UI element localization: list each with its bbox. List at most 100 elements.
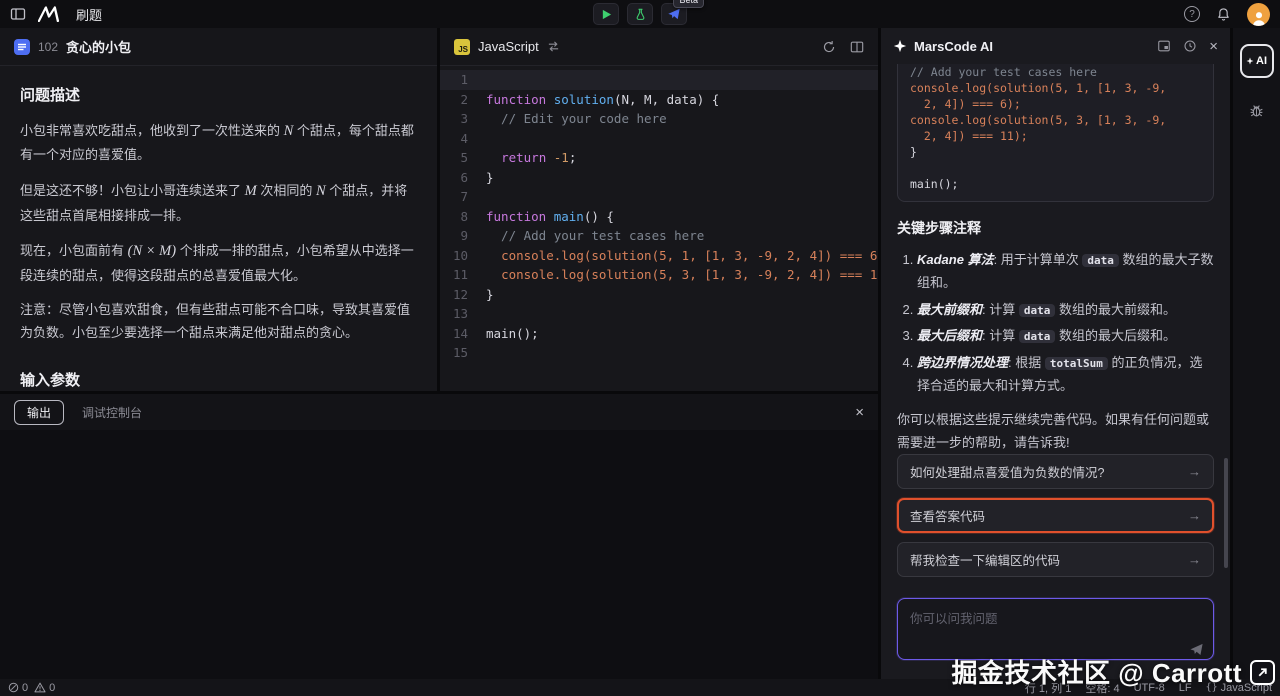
history-clock-icon[interactable]: [1183, 39, 1197, 53]
suggestion-negative-values[interactable]: 如何处理甜点喜爱值为负数的情况? →: [897, 454, 1214, 489]
run-tests-button[interactable]: [627, 3, 653, 25]
code-line[interactable]: 3 // Edit your code here: [440, 109, 878, 129]
help-icon[interactable]: ?: [1184, 6, 1200, 22]
send-plane-icon: [1189, 642, 1204, 657]
scrollbar-thumb[interactable]: [1224, 458, 1228, 568]
close-icon[interactable]: ×: [1209, 38, 1218, 55]
warning-triangle-icon: [34, 682, 46, 693]
token: [486, 248, 501, 263]
status-bar: 0 0 行 1, 列 1 空格: 4 UTF-8 LF {} JavaScrip…: [0, 679, 1280, 696]
code-line[interactable]: 7: [440, 187, 878, 207]
text: 次相同的: [257, 183, 316, 198]
text: 数组的最大前缀和。: [1055, 302, 1176, 317]
token: -1: [554, 150, 569, 165]
token: function: [486, 209, 554, 224]
submit-button[interactable]: Beta: [661, 3, 687, 25]
code-line[interactable]: 6}: [440, 168, 878, 188]
notifications-bell-icon[interactable]: [1216, 7, 1231, 22]
code-block-line: [910, 160, 1201, 176]
token: }: [486, 287, 494, 302]
problem-paragraph: 注意：尽管小包喜欢甜食，但有些甜点可能不合口味，导致其喜爱值为负数。小包至少要选…: [20, 299, 417, 345]
sparkle-icon: [1246, 57, 1254, 65]
topbar: 刷题 Beta ?: [0, 0, 1280, 28]
token: // Add your test cases here: [486, 228, 704, 243]
sidebar-toggle-icon[interactable]: [10, 6, 26, 22]
ai-notes-list: Kadane 算法: 用于计算单次 data 数组的最大子数组和。 最大前缀和:…: [897, 248, 1214, 397]
code-line[interactable]: 10 console.log(solution(5, 1, [1, 3, -9,…: [440, 246, 878, 266]
language-label[interactable]: JavaScript: [478, 39, 539, 54]
output-console-body: [0, 430, 878, 679]
problem-panel: 102 贪心的小包 问题描述 小包非常喜欢吃甜点，他收到了一次性送来的 N 个甜…: [0, 28, 437, 391]
token: () {: [584, 209, 614, 224]
problem-title: 贪心的小包: [66, 37, 131, 56]
suggestion-view-answer[interactable]: 查看答案代码 →: [897, 498, 1214, 533]
arrow-right-icon: →: [1188, 552, 1201, 567]
ai-header-actions: ×: [1157, 38, 1218, 55]
right-toolbar: AI: [1233, 28, 1280, 679]
debug-bug-button[interactable]: [1248, 102, 1265, 119]
code-block-line: 2, 4]) === 6);: [910, 96, 1201, 112]
paper-plane-icon: [667, 7, 681, 21]
eol-setting[interactable]: LF: [1179, 682, 1192, 694]
play-icon: [601, 9, 612, 20]
code-line[interactable]: 5 return -1;: [440, 148, 878, 168]
topbar-left: 刷题: [10, 5, 102, 24]
warnings-indicator[interactable]: 0: [34, 682, 55, 694]
suggestion-label: 帮我检查一下编辑区的代码: [910, 550, 1060, 569]
ai-message-input[interactable]: [897, 598, 1214, 660]
token: (N, M, data) {: [614, 92, 719, 107]
code-editor[interactable]: 1 2function solution(N, M, data) { 3 // …: [440, 66, 878, 391]
cursor-position[interactable]: 行 1, 列 1: [1025, 680, 1071, 696]
send-button[interactable]: [1189, 642, 1204, 657]
suggestion-check-code[interactable]: 帮我检查一下编辑区的代码 →: [897, 542, 1214, 577]
code-block-line: main();: [910, 176, 1201, 192]
reset-code-icon[interactable]: [822, 40, 836, 54]
text: : 用于计算单次: [994, 252, 1083, 267]
code-line[interactable]: 14main();: [440, 324, 878, 344]
section-heading-description: 问题描述: [20, 84, 417, 105]
nav-item-problems[interactable]: 刷题: [76, 5, 102, 24]
open-in-editor-icon[interactable]: [1157, 39, 1171, 53]
code-line[interactable]: 9 // Add your test cases here: [440, 226, 878, 246]
workspace-column: 102 贪心的小包 问题描述 小包非常喜欢吃甜点，他收到了一次性送来的 N 个甜…: [0, 28, 878, 679]
inline-code: totalSum: [1045, 357, 1108, 370]
flask-icon: [634, 8, 647, 21]
ai-assistant-button[interactable]: AI: [1240, 44, 1274, 78]
line-number: 8: [440, 207, 486, 227]
marscode-logo-icon[interactable]: [38, 6, 64, 22]
problem-id: 102: [38, 40, 58, 54]
arrow-right-icon: →: [1188, 464, 1201, 479]
code-line[interactable]: 1: [440, 70, 878, 90]
code-line[interactable]: 12}: [440, 285, 878, 305]
layout-compare-icon[interactable]: [850, 40, 864, 54]
code-line[interactable]: 15: [440, 343, 878, 363]
line-number: 3: [440, 109, 486, 129]
user-avatar[interactable]: [1247, 3, 1270, 26]
code-line[interactable]: 13: [440, 304, 878, 324]
line-number: 7: [440, 187, 486, 207]
indent-setting[interactable]: 空格: 4: [1085, 680, 1119, 696]
code-line[interactable]: 4: [440, 129, 878, 149]
close-icon[interactable]: ×: [855, 404, 864, 421]
list-item: 最大后缀和: 计算 data 数组的最大后缀和。: [917, 324, 1214, 347]
code-line[interactable]: 8function main() {: [440, 207, 878, 227]
errors-indicator[interactable]: 0: [8, 682, 28, 694]
code-line[interactable]: 2function solution(N, M, data) {: [440, 90, 878, 110]
list-item: 最大前缀和: 计算 data 数组的最大前缀和。: [917, 298, 1214, 321]
braces-icon: {}: [1206, 682, 1218, 693]
code-line[interactable]: 11 console.log(solution(5, 3, [1, 3, -9,…: [440, 265, 878, 285]
topbar-right: ?: [1184, 3, 1270, 26]
tab-output[interactable]: 输出: [14, 400, 64, 425]
switch-language-icon[interactable]: [547, 40, 560, 53]
line-number: 1: [440, 70, 486, 90]
encoding[interactable]: UTF-8: [1134, 682, 1165, 694]
output-tabs: 输出 调试控制台 ×: [0, 394, 878, 430]
tab-debug-console[interactable]: 调试控制台: [82, 404, 142, 421]
text: : 计算: [982, 328, 1019, 343]
token: }: [486, 170, 494, 185]
warnings-count: 0: [49, 682, 55, 694]
line-number: 13: [440, 304, 486, 324]
statusbar-right: 行 1, 列 1 空格: 4 UTF-8 LF {} JavaScript: [1025, 680, 1272, 696]
run-button[interactable]: [593, 3, 619, 25]
ai-suggestions: 如何处理甜点喜爱值为负数的情况? → 查看答案代码 → 帮我检查一下编辑区的代码…: [881, 454, 1230, 586]
